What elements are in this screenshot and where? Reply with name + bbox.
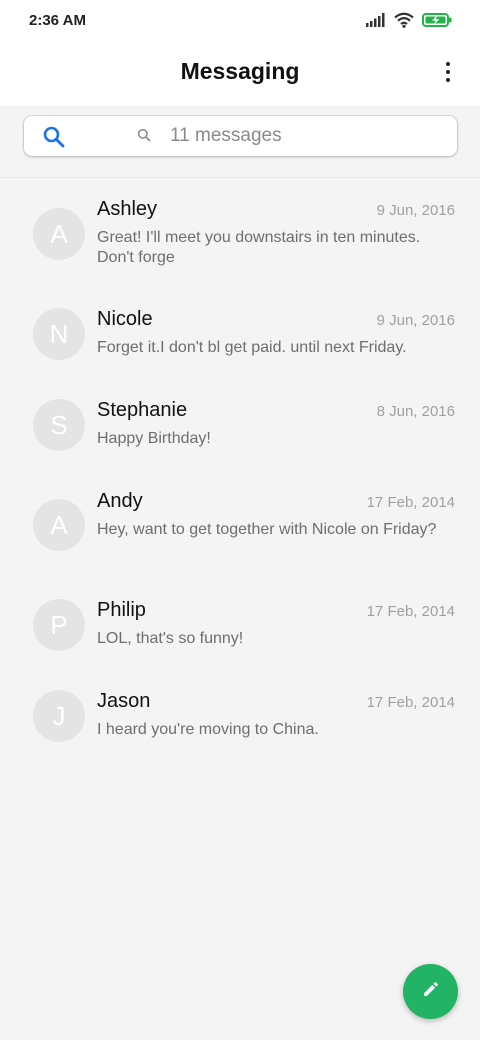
conversation-item[interactable]: S Stephanie 8 Jun, 2016 Happy Birthday! [0, 391, 480, 481]
contact-name: Philip [97, 599, 146, 621]
contact-name: Jason [97, 690, 151, 712]
message-date: 17 Feb, 2014 [366, 603, 455, 620]
search-icon[interactable] [42, 125, 66, 149]
message-snippet: Forget it.I don't bl get paid. until nex… [97, 339, 407, 356]
avatar-initial: J [52, 700, 66, 731]
avatar-initial: A [50, 218, 68, 249]
avatar-initial: N [49, 318, 69, 349]
more-vert-icon-dot [446, 78, 450, 82]
contact-name: Nicole [97, 308, 153, 330]
avatar: A [33, 499, 85, 551]
battery-charging-icon [422, 12, 452, 32]
contact-name: Andy [97, 490, 143, 512]
wifi-icon [394, 12, 414, 33]
avatar: J [33, 690, 85, 742]
avatar: A [33, 208, 85, 260]
contact-name: Stephanie [97, 399, 188, 421]
message-snippet: Hey, want to get together with Nicole on… [97, 521, 437, 538]
message-snippet: Great! I'll meet you downstairs in ten m… [97, 229, 421, 266]
compose-button[interactable] [403, 964, 458, 1019]
message-snippet: I heard you're moving to China. [97, 721, 319, 738]
signal-icon [366, 12, 386, 32]
pencil-icon [422, 980, 440, 1003]
search-area [0, 106, 480, 178]
avatar-initial: S [50, 409, 68, 440]
search-box[interactable] [24, 116, 457, 156]
more-options-button[interactable] [440, 58, 456, 86]
search-input[interactable] [170, 122, 430, 150]
avatar: P [33, 599, 85, 651]
contact-name: Ashley [97, 198, 158, 220]
status-time: 2:36 AM [29, 12, 86, 29]
message-snippet: Happy Birthday! [97, 430, 211, 447]
status-icons [366, 12, 452, 32]
page-title: Messaging [180, 58, 300, 84]
message-date: 8 Jun, 2016 [376, 403, 455, 420]
more-vert-icon-dot [446, 70, 450, 74]
message-date: 9 Jun, 2016 [376, 312, 455, 329]
conversation-item[interactable]: J Jason 17 Feb, 2014 I heard you're movi… [0, 682, 480, 772]
avatar: N [33, 308, 85, 360]
more-vert-icon-dot [446, 62, 450, 66]
conversation-item[interactable]: A Ashley 9 Jun, 2016 Great! I'll meet yo… [0, 190, 480, 280]
conversation-item[interactable]: N Nicole 9 Jun, 2016 Forget it.I don't b… [0, 300, 480, 390]
status-bar: 2:36 AM [0, 0, 480, 44]
message-date: 17 Feb, 2014 [366, 494, 455, 511]
message-date: 17 Feb, 2014 [366, 694, 455, 711]
avatar: S [33, 399, 85, 451]
avatar-initial: P [50, 609, 68, 640]
search-hint-icon [137, 128, 151, 142]
message-date: 9 Jun, 2016 [376, 202, 455, 219]
message-snippet: LOL, that's so funny! [97, 630, 244, 647]
avatar-initial: A [50, 509, 68, 540]
app-header: Messaging [0, 44, 480, 106]
conversation-item[interactable]: A Andy 17 Feb, 2014 Hey, want to get tog… [0, 481, 480, 571]
conversation-item[interactable]: P Philip 17 Feb, 2014 LOL, that's so fun… [0, 591, 480, 681]
